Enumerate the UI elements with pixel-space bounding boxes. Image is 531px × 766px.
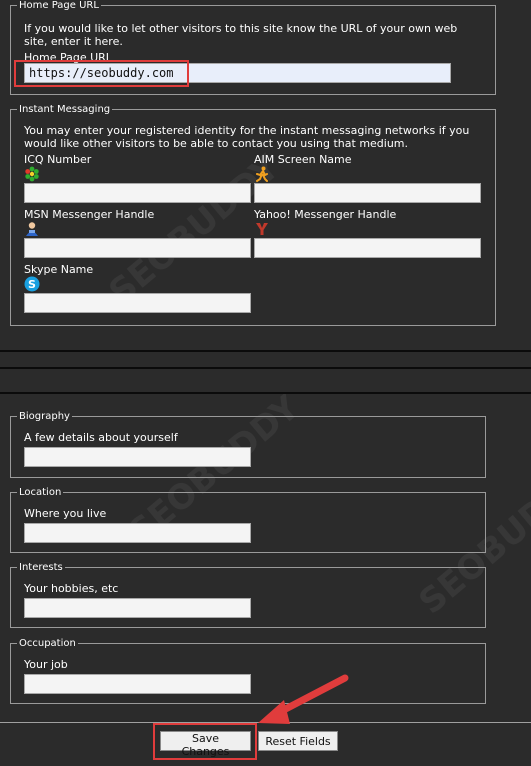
interests-input[interactable]	[24, 598, 251, 618]
icq-input[interactable]	[24, 183, 251, 203]
location-input[interactable]	[24, 523, 251, 543]
yahoo-label: Yahoo! Messenger Handle	[254, 208, 397, 221]
occupation-label: Your job	[24, 658, 68, 671]
skype-icon: S	[24, 276, 40, 292]
msn-input[interactable]	[24, 238, 251, 258]
svg-text:S: S	[28, 278, 36, 291]
homepage-url-highlight	[14, 60, 189, 87]
homepage-description: If you would like to let other visitors …	[24, 22, 458, 48]
interests-label: Your hobbies, etc	[24, 582, 119, 595]
im-legend: Instant Messaging	[19, 104, 111, 115]
aim-running-man-icon	[256, 166, 268, 182]
biography-input[interactable]	[24, 447, 251, 467]
biography-legend: Biography	[19, 411, 70, 422]
skype-label: Skype Name	[24, 263, 94, 276]
yahoo-input[interactable]	[254, 238, 481, 258]
location-label: Where you live	[24, 507, 107, 520]
location-legend: Location	[19, 487, 62, 498]
interests-fieldset: Interests	[10, 562, 486, 628]
icq-flower-icon	[25, 166, 39, 182]
section-separator	[0, 367, 531, 369]
occupation-input[interactable]	[24, 674, 251, 694]
section-separator	[0, 350, 531, 352]
yahoo-y-icon	[256, 223, 268, 235]
location-fieldset: Location	[10, 487, 486, 553]
icq-label: ICQ Number	[24, 153, 92, 166]
msn-buddy-icon	[26, 222, 38, 236]
biography-label: A few details about yourself	[24, 431, 178, 444]
section-separator	[0, 392, 531, 394]
biography-fieldset: Biography	[10, 411, 486, 478]
msn-label: MSN Messenger Handle	[24, 208, 155, 221]
homepage-legend: Home Page URL	[19, 0, 99, 11]
occupation-legend: Occupation	[19, 638, 76, 649]
aim-input[interactable]	[254, 183, 481, 203]
annotation-arrow-icon	[258, 674, 349, 724]
interests-legend: Interests	[19, 562, 63, 573]
skype-input[interactable]	[24, 293, 251, 313]
im-description: You may enter your registered identity f…	[24, 124, 470, 150]
aim-label: AIM Screen Name	[254, 153, 352, 166]
